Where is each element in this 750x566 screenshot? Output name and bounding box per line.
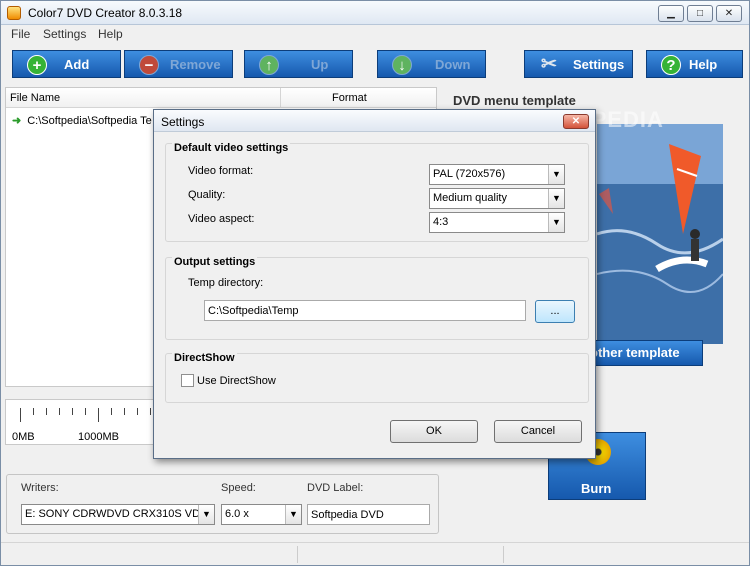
- file-list-header: File Name Format: [6, 88, 436, 108]
- dvd-label-input[interactable]: Softpedia DVD: [307, 504, 430, 525]
- remove-button[interactable]: − Remove: [124, 50, 233, 78]
- template-title: DVD menu template: [453, 93, 576, 108]
- dialog-title-bar: Settings ✕: [154, 110, 595, 132]
- remove-label: Remove: [170, 57, 221, 72]
- quality-value: Medium quality: [433, 192, 507, 204]
- chevron-down-icon: ▼: [285, 505, 301, 524]
- burn-label: Burn: [581, 481, 612, 496]
- writer-group: Writers: E: SONY CDRWDVD CRX310S VDK2 ▼ …: [6, 474, 439, 534]
- video-aspect-label: Video aspect:: [188, 213, 255, 225]
- add-label: Add: [64, 57, 90, 72]
- chevron-down-icon: ▼: [548, 189, 564, 208]
- video-aspect-select[interactable]: 4:3 ▼: [429, 212, 565, 233]
- gauge-tick: [33, 408, 34, 415]
- quality-select[interactable]: Medium quality ▼: [429, 188, 565, 209]
- help-button[interactable]: ? Help: [646, 50, 743, 78]
- settings-dialog: Settings ✕ Default video settings Video …: [153, 109, 596, 459]
- settings-label: Settings: [573, 57, 625, 72]
- gauge-label-mid: 1000MB: [78, 431, 119, 443]
- gauge-tick: [46, 408, 47, 415]
- up-button[interactable]: ↑ Up: [244, 50, 353, 78]
- gauge-tick: [98, 408, 99, 422]
- browse-button[interactable]: ...: [535, 300, 575, 323]
- ok-button[interactable]: OK: [390, 420, 478, 443]
- toolbar: + Add − Remove ↑ Up ↓ Down ✂ Settings ? …: [1, 44, 749, 84]
- chevron-down-icon: ▼: [548, 165, 564, 184]
- column-divider: [280, 88, 281, 108]
- gauge-tick: [150, 408, 151, 415]
- gauge-tick: [85, 408, 86, 415]
- gauge-tick: [59, 408, 60, 415]
- menu-help[interactable]: Help: [98, 27, 123, 41]
- column-format[interactable]: Format: [332, 92, 367, 104]
- down-arrow-icon: ↓: [392, 55, 412, 75]
- column-file-name[interactable]: File Name: [10, 92, 60, 104]
- speed-label: Speed:: [221, 482, 256, 494]
- template-preview-image[interactable]: [597, 124, 723, 344]
- up-label: Up: [311, 57, 329, 72]
- use-directshow-checkbox[interactable]: [181, 374, 194, 387]
- tools-icon: ✂: [541, 54, 557, 75]
- status-bar: [1, 542, 749, 565]
- dialog-title: Settings: [161, 115, 205, 129]
- directshow-title: DirectShow: [172, 352, 237, 364]
- window-title: Color7 DVD Creator 8.0.3.18: [28, 6, 183, 20]
- gauge-tick: [20, 408, 21, 422]
- app-icon: [7, 6, 21, 20]
- directshow-group: DirectShow Use DirectShow: [165, 352, 589, 403]
- gauge-tick: [111, 408, 112, 415]
- speed-select[interactable]: 6.0 x ▼: [221, 504, 302, 525]
- video-aspect-value: 4:3: [433, 216, 449, 228]
- chevron-down-icon: ▼: [548, 213, 564, 232]
- output-settings-title: Output settings: [172, 256, 258, 268]
- temp-directory-label: Temp directory:: [188, 277, 264, 289]
- gauge-label-start: 0MB: [12, 431, 35, 443]
- video-format-value: PAL (720x576): [433, 168, 506, 180]
- status-divider: [503, 546, 504, 563]
- use-directshow-label[interactable]: Use DirectShow: [197, 375, 276, 387]
- video-settings-title: Default video settings: [172, 142, 291, 154]
- gauge-tick: [72, 408, 73, 415]
- add-button[interactable]: + Add: [12, 50, 121, 78]
- help-label: Help: [689, 57, 718, 72]
- writers-label: Writers:: [21, 482, 59, 494]
- file-name: C:\Softpedia\Softpedia Te: [27, 115, 152, 127]
- video-settings-group: Default video settings Video format: PAL…: [165, 142, 589, 242]
- menu-bar: File Settings Help: [1, 25, 749, 43]
- arrow-right-icon: ➜: [12, 115, 22, 127]
- down-label: Down: [435, 57, 471, 72]
- gauge-tick: [137, 408, 138, 415]
- video-format-select[interactable]: PAL (720x576) ▼: [429, 164, 565, 185]
- minimize-button[interactable]: ▁: [658, 5, 684, 22]
- cancel-button[interactable]: Cancel: [494, 420, 582, 443]
- settings-button[interactable]: ✂ Settings: [524, 50, 633, 78]
- speed-value: 6.0 x: [225, 508, 249, 520]
- temp-directory-input[interactable]: C:\Softpedia\Temp: [204, 300, 526, 321]
- remove-icon: −: [139, 55, 159, 75]
- file-list-row[interactable]: ➜ C:\Softpedia\Softpedia Te: [12, 114, 152, 127]
- dvd-label-label: DVD Label:: [307, 482, 364, 494]
- output-settings-group: Output settings Temp directory: C:\Softp…: [165, 256, 589, 340]
- writers-value: E: SONY CDRWDVD CRX310S VDK2: [25, 508, 214, 520]
- writers-select[interactable]: E: SONY CDRWDVD CRX310S VDK2 ▼: [21, 504, 215, 525]
- status-divider: [297, 546, 298, 563]
- chevron-down-icon: ▼: [198, 505, 214, 524]
- quality-label: Quality:: [188, 189, 226, 201]
- gauge-tick: [124, 408, 125, 415]
- help-icon: ?: [661, 55, 681, 75]
- title-bar: Color7 DVD Creator 8.0.3.18 ▁ □ ✕: [1, 1, 749, 25]
- close-button[interactable]: ✕: [716, 5, 742, 22]
- disc-size-gauge: 0MB 1000MB 2: [5, 399, 165, 445]
- add-icon: +: [27, 55, 47, 75]
- menu-settings[interactable]: Settings: [43, 27, 86, 41]
- menu-file[interactable]: File: [11, 27, 30, 41]
- up-arrow-icon: ↑: [259, 55, 279, 75]
- windsurfer-image: [597, 124, 723, 344]
- maximize-button[interactable]: □: [687, 5, 713, 22]
- down-button[interactable]: ↓ Down: [377, 50, 486, 78]
- dialog-close-button[interactable]: ✕: [563, 114, 589, 129]
- video-format-label: Video format:: [188, 165, 254, 177]
